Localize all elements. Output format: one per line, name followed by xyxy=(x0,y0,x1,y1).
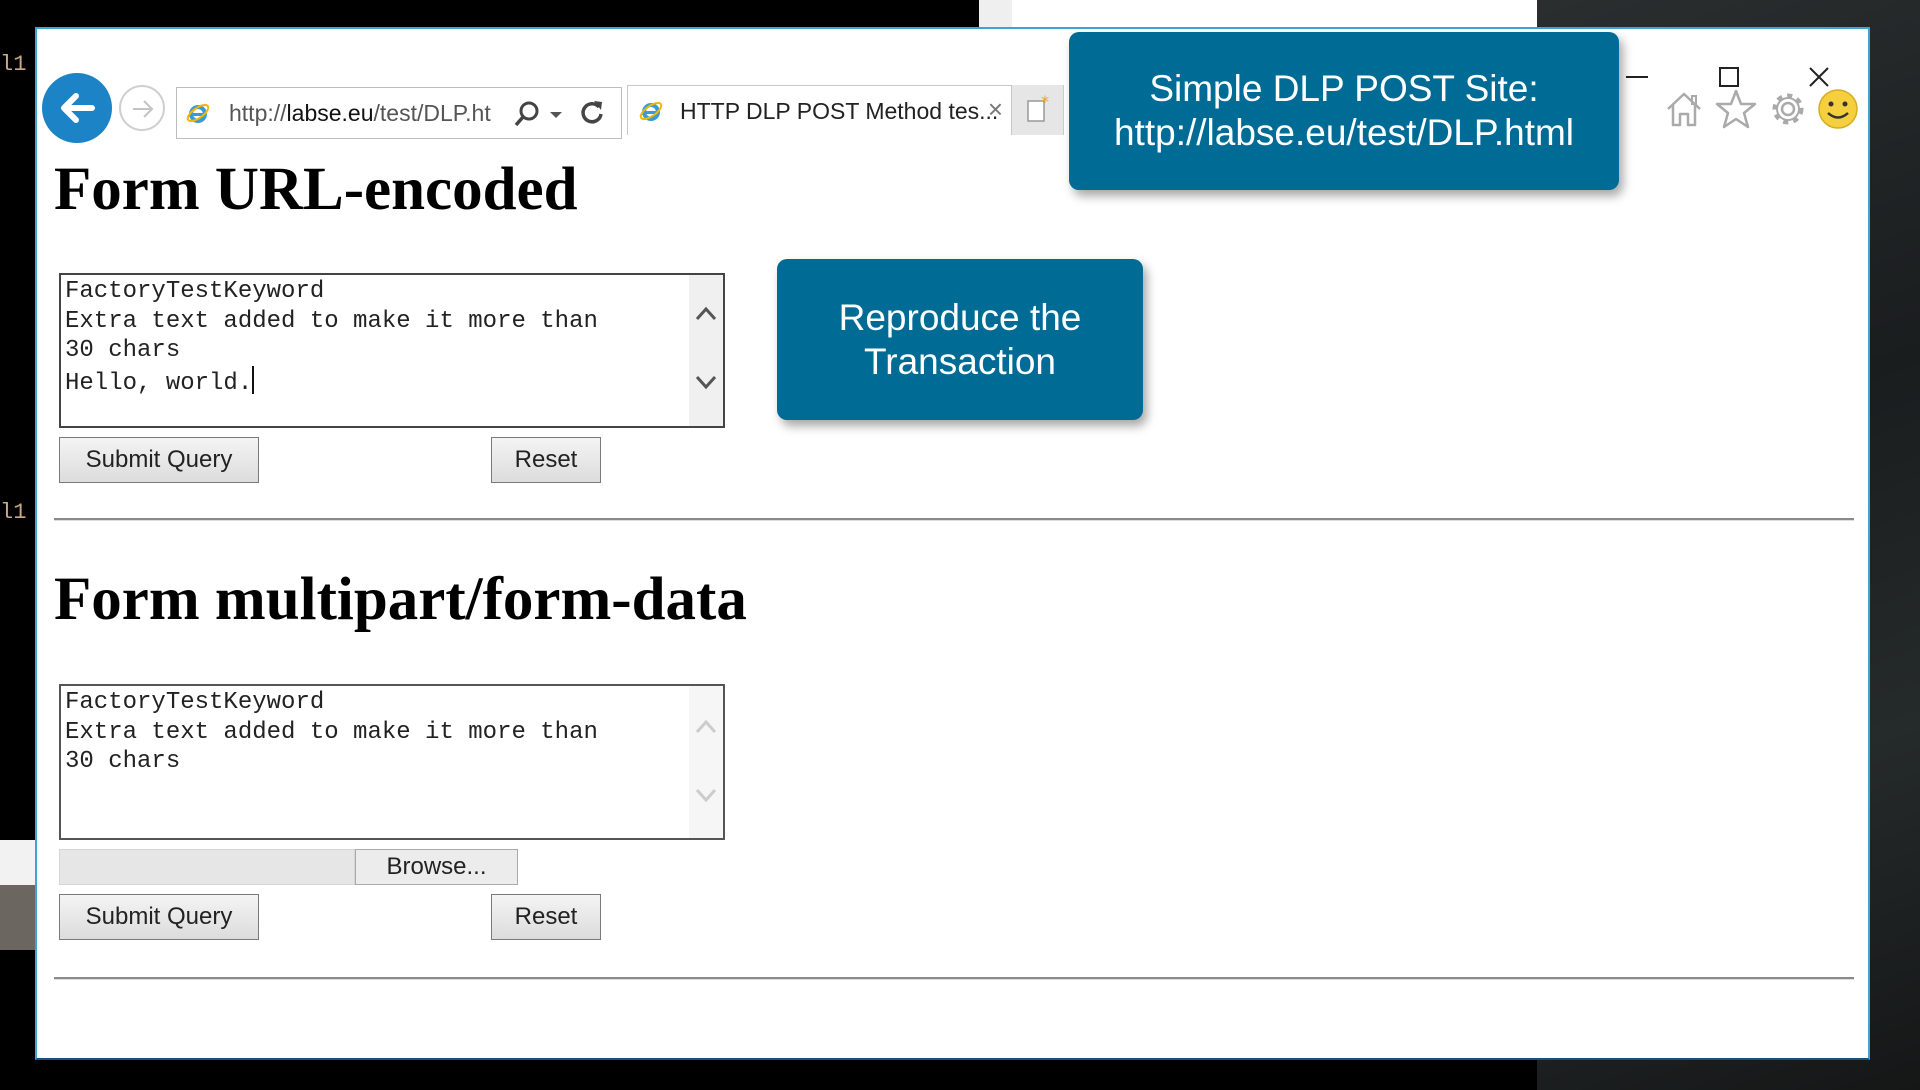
url-prefix: http:// xyxy=(229,100,287,126)
browse-button[interactable]: Browse... xyxy=(355,849,518,885)
form1-textarea[interactable]: FactoryTestKeyword Extra text added to m… xyxy=(59,273,725,428)
form1-textarea-scrollbar[interactable] xyxy=(689,275,723,426)
form-url-encoded-heading: Form URL-encoded xyxy=(54,156,578,223)
maximize-icon xyxy=(1719,67,1739,87)
forward-button[interactable] xyxy=(119,85,165,131)
reproduce-transaction-callout: Reproduce the Transaction xyxy=(777,259,1143,420)
ie-logo-icon xyxy=(639,101,663,121)
close-icon xyxy=(1809,67,1829,87)
background-window-fragment-light xyxy=(0,840,40,885)
form1-textarea-value: FactoryTestKeyword Extra text added to m… xyxy=(65,278,598,397)
back-button[interactable] xyxy=(42,73,112,143)
callout-line: Transaction xyxy=(864,340,1056,382)
feedback-smiley-icon[interactable] xyxy=(1816,87,1860,131)
new-tab-icon: * xyxy=(1027,92,1049,122)
search-icon[interactable] xyxy=(513,100,541,128)
callout-line: http://labse.eu/test/DLP.html xyxy=(1113,112,1575,153)
form2-textarea-scrollbar[interactable] xyxy=(689,686,723,838)
minimize-icon xyxy=(1626,76,1648,78)
terminal-text: l1 xyxy=(0,500,27,525)
background-window-edge xyxy=(979,0,1013,30)
horizontal-divider xyxy=(54,518,1854,521)
url-text[interactable]: http://labse.eu/test/DLP.ht xyxy=(229,100,491,127)
form2-reset-button[interactable]: Reset xyxy=(491,894,601,940)
file-path-field[interactable] xyxy=(59,849,355,885)
scroll-down-icon[interactable] xyxy=(695,788,717,804)
text-caret xyxy=(252,365,255,394)
new-tab-button[interactable]: * xyxy=(1012,85,1064,135)
form2-submit-button[interactable]: Submit Query xyxy=(59,894,259,940)
home-icon[interactable] xyxy=(1662,87,1706,131)
site-url-callout: Simple DLP POST Site: http://labse.eu/te… xyxy=(1069,32,1619,190)
url-path: /test/DLP.ht xyxy=(373,100,491,126)
favorites-star-icon[interactable] xyxy=(1714,87,1758,131)
form1-reset-button[interactable]: Reset xyxy=(491,437,601,483)
scroll-up-icon[interactable] xyxy=(695,718,717,734)
refresh-icon[interactable] xyxy=(577,98,607,128)
svg-text:*: * xyxy=(1041,92,1049,111)
chevron-down-icon[interactable] xyxy=(549,110,563,120)
scroll-down-icon[interactable] xyxy=(695,375,717,391)
form2-textarea-value: FactoryTestKeyword Extra text added to m… xyxy=(65,689,598,775)
form-multipart-heading: Form multipart/form-data xyxy=(54,566,747,633)
url-domain: labse.eu xyxy=(286,100,374,126)
form2-textarea[interactable]: FactoryTestKeyword Extra text added to m… xyxy=(59,684,725,840)
horizontal-divider xyxy=(54,977,1854,980)
background-window xyxy=(1012,0,1537,30)
form1-submit-button[interactable]: Submit Query xyxy=(59,437,259,483)
back-arrow-icon xyxy=(61,93,95,123)
address-bar[interactable]: http://labse.eu/test/DLP.ht xyxy=(176,87,622,139)
terminal-text: l1 xyxy=(0,52,27,77)
callout-line: Reproduce the xyxy=(838,296,1082,338)
callout-line: Simple DLP POST Site: xyxy=(1149,68,1539,109)
scroll-up-icon[interactable] xyxy=(695,305,717,321)
ie-logo-icon xyxy=(186,103,210,123)
tab-active[interactable]: HTTP DLP POST Method tes... × xyxy=(627,85,1012,135)
tab-close-icon[interactable]: × xyxy=(988,94,1003,125)
settings-gear-icon[interactable] xyxy=(1766,87,1810,131)
forward-arrow-icon xyxy=(133,100,154,118)
minimize-button[interactable] xyxy=(1617,59,1657,95)
tab-title: HTTP DLP POST Method tes... xyxy=(680,98,999,124)
